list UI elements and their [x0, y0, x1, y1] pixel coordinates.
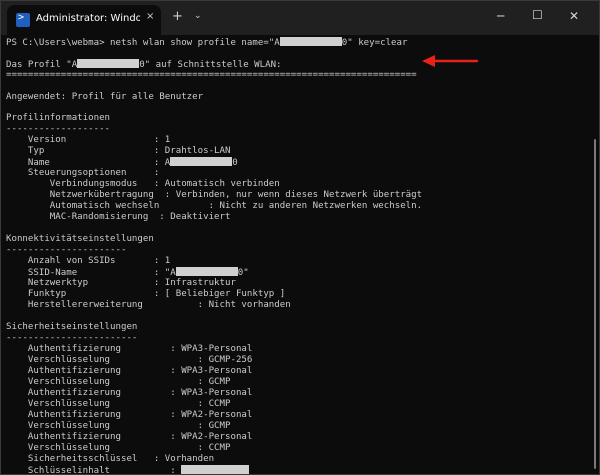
terminal-window: > Administrator: Windows PowerShell × + …	[0, 0, 600, 475]
security-key-line: Sicherheitsschlüssel : Vorhanden	[6, 454, 215, 464]
section-rule: -------------------	[6, 124, 111, 134]
tab-close-icon[interactable]: ×	[146, 11, 154, 22]
section-rule: ------------------------	[6, 333, 138, 343]
terminal-output[interactable]: PS C:\Users\webma> netsh wlan show profi…	[1, 35, 591, 475]
redacted-ssid	[279, 37, 342, 46]
command-text-end: 0" key=clear	[341, 38, 408, 48]
redacted-ssid	[175, 267, 238, 276]
powershell-glyph: >	[18, 12, 25, 23]
name-suffix: 0	[232, 158, 238, 168]
redacted-ssid	[77, 59, 140, 68]
auth-line: Authentifizierung : WPA2-Personal	[6, 432, 253, 442]
mac-randomization-line: MAC-Randomisierung : Deaktiviert	[6, 212, 231, 222]
section-rule: ----------------------	[6, 245, 127, 255]
section-security: Sicherheitseinstellungen	[6, 322, 138, 332]
redacted-ssid	[170, 157, 233, 166]
arrow-head	[422, 55, 435, 67]
auth-line: Authentifizierung : WPA2-Personal	[6, 410, 253, 420]
auto-switch-line: Automatisch wechseln : Nicht zu anderen …	[6, 201, 423, 211]
auth-line: Authentifizierung : WPA3-Personal	[6, 366, 253, 376]
scrollbar[interactable]	[593, 39, 598, 471]
profile-header-end: 0" auf Schnittstelle WLAN:	[139, 60, 282, 70]
type-line: Typ : Drahtlos-LAN	[6, 146, 231, 156]
prompt: PS C:\Users\webma>	[6, 38, 111, 48]
profile-header-start: Das Profil "A	[6, 60, 78, 70]
ssid-name-suffix: 0"	[237, 268, 249, 278]
cipher-line: Verschlüsselung : GCMP	[6, 377, 231, 387]
minimize-button[interactable]: ─	[497, 9, 504, 23]
redacted-key	[181, 465, 250, 474]
terminal-tab[interactable]: > Administrator: Windows PowerShell ×	[7, 5, 161, 35]
title-bar: > Administrator: Windows PowerShell × + …	[1, 1, 599, 35]
section-profile-info: Profilinformationen	[6, 113, 111, 123]
close-button[interactable]: ✕	[569, 9, 579, 23]
radio-type-line: Funktyp : [ Beliebiger Funktyp ]	[6, 289, 286, 299]
powershell-icon: >	[16, 12, 30, 27]
name-label: Name : A	[6, 158, 171, 168]
tab-dropdown-icon[interactable]: ⌄	[194, 11, 202, 21]
ssid-name-label: SSID-Name : "A	[6, 268, 176, 278]
cipher-line: Verschlüsselung : GCMP-256	[6, 355, 253, 365]
network-type-line: Netzwerktyp : Infrastruktur	[6, 278, 236, 288]
new-tab-button[interactable]: +	[172, 9, 183, 24]
version-line: Version : 1	[6, 135, 171, 145]
command-text: netsh wlan show profile name="A	[110, 38, 280, 48]
cipher-line: Verschlüsselung : GCMP	[6, 421, 231, 431]
applied-line: Angewendet: Profil für alle Benutzer	[6, 92, 204, 102]
maximize-button[interactable]: ☐	[532, 8, 543, 22]
command-line[interactable]: PS C:\Users\webma> netsh wlan show profi…	[6, 37, 407, 49]
connection-mode-line: Verbindungsmodus : Automatisch verbinden	[6, 179, 280, 189]
auth-line: Authentifizierung : WPA3-Personal	[6, 388, 253, 398]
tab-title: Administrator: Windows PowerShell	[36, 13, 140, 24]
vendor-extension-line: Herstellererweiterung : Nicht vorhanden	[6, 300, 291, 310]
ssid-count-line: Anzahl von SSIDs : 1	[6, 256, 171, 266]
control-options-line: Steuerungsoptionen :	[6, 168, 160, 178]
cipher-line: Verschlüsselung : CCMP	[6, 399, 231, 409]
red-arrow-icon	[422, 55, 479, 67]
section-connectivity: Konnektivitätseinstellungen	[6, 234, 154, 244]
key-content-line: Schlüsselinhalt :	[6, 465, 250, 475]
auth-line: Authentifizierung : WPA3-Personal	[6, 344, 253, 354]
scrollbar-thumb[interactable]	[594, 139, 596, 469]
separator: ========================================…	[6, 70, 417, 80]
key-content-label: Schlüsselinhalt :	[6, 466, 182, 475]
cipher-line: Verschlüsselung : CCMP	[6, 443, 231, 453]
network-transfer-line: Netzwerkübertragung : Verbinden, nur wen…	[6, 190, 423, 200]
